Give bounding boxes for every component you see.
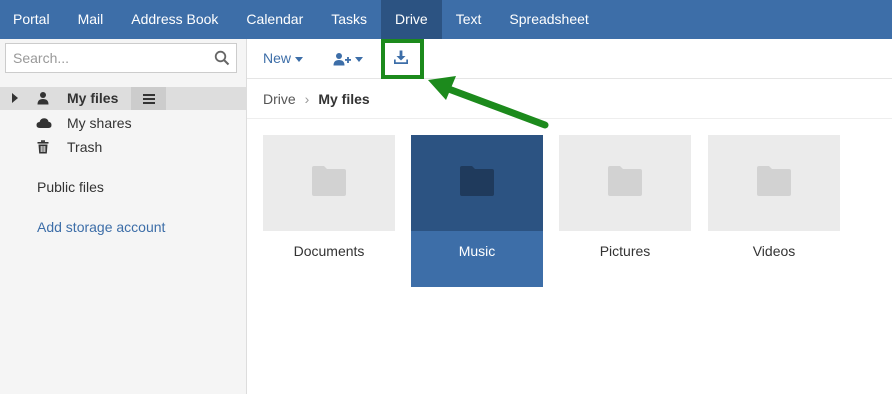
search-box (5, 43, 237, 73)
breadcrumb: Drive › My files (263, 91, 370, 107)
new-dropdown-button[interactable]: New (263, 39, 304, 78)
folder-icon (608, 166, 642, 196)
breadcrumb-drive[interactable]: Drive (263, 91, 296, 107)
add-user-icon (333, 53, 351, 66)
nav-item-text[interactable]: Text (442, 0, 496, 39)
sidebar: My files My shares Trash Public files Ad… (0, 39, 247, 394)
folder-icon (460, 166, 494, 196)
nav-item-spreadsheet[interactable]: Spreadsheet (495, 0, 602, 39)
folder-tile-pictures[interactable]: Pictures (559, 135, 691, 271)
folder-name: Pictures (599, 243, 651, 259)
folder-menu-button[interactable] (131, 87, 166, 110)
nav-item-portal[interactable]: Portal (0, 0, 64, 39)
nav-item-address-book[interactable]: Address Book (117, 0, 232, 39)
share-dropdown-button[interactable] (333, 39, 363, 78)
folder-icon (757, 166, 791, 196)
search-icon[interactable] (214, 50, 230, 66)
folder-name: Videos (752, 243, 796, 259)
nav-item-tasks[interactable]: Tasks (317, 0, 381, 39)
tree-item-my-files[interactable]: My files (0, 87, 246, 110)
highlight-box (381, 39, 424, 79)
folder-thumbnail (559, 135, 691, 231)
new-button-label: New (263, 50, 292, 66)
top-navigation: Portal Mail Address Book Calendar Tasks … (0, 0, 892, 39)
expand-caret-icon[interactable] (12, 93, 18, 103)
tree-item-my-shares[interactable]: My shares (0, 112, 246, 135)
cloud-icon (36, 118, 52, 128)
divider (247, 118, 892, 119)
public-files-link[interactable]: Public files (37, 179, 104, 195)
toolbar: New (247, 39, 892, 79)
folder-tile-videos[interactable]: Videos (708, 135, 840, 271)
folder-name: Music (411, 231, 543, 287)
add-storage-account-link[interactable]: Add storage account (37, 219, 165, 235)
search-input[interactable] (6, 44, 206, 72)
nav-item-calendar[interactable]: Calendar (232, 0, 317, 39)
nav-item-mail[interactable]: Mail (64, 0, 118, 39)
tree-item-label: My files (67, 90, 119, 106)
chevron-down-icon (355, 56, 363, 62)
tree-item-trash[interactable]: Trash (0, 136, 246, 159)
breadcrumb-current: My files (318, 91, 370, 107)
nav-item-drive[interactable]: Drive (381, 0, 442, 39)
trash-icon (37, 140, 49, 154)
breadcrumb-separator-icon: › (304, 91, 310, 107)
folder-thumbnail (263, 135, 395, 231)
folder-icon (312, 166, 346, 196)
folder-tile-documents[interactable]: Documents (263, 135, 395, 271)
folder-thumbnail (708, 135, 840, 231)
tree-item-label: Trash (67, 139, 103, 155)
folder-thumbnail (411, 135, 543, 231)
folder-tile-music[interactable]: Music (411, 135, 543, 287)
chevron-down-icon (295, 56, 304, 62)
user-icon (37, 92, 49, 105)
tree-item-label: My shares (67, 115, 132, 131)
folder-name: Documents (293, 243, 365, 259)
